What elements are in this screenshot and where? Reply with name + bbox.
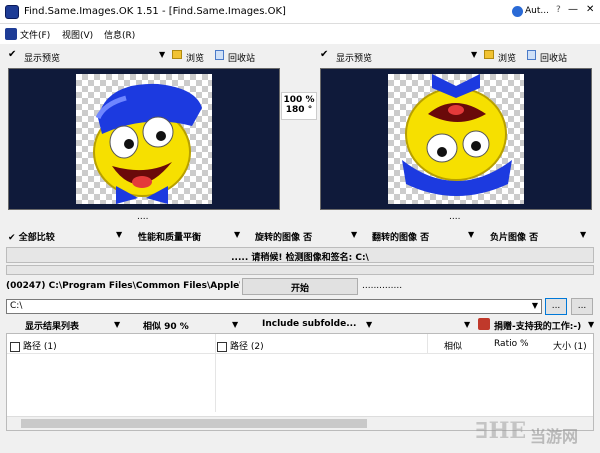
menu-file[interactable]: 文件(F): [20, 28, 50, 41]
left-recycle-icon: [215, 50, 224, 60]
path-value: C:\: [10, 301, 23, 311]
left-dots-label: ....: [137, 212, 149, 222]
rotated-label: 旋转的图像 否: [255, 233, 313, 243]
help-icon[interactable]: ?: [556, 5, 561, 15]
menu-info[interactable]: 信息(R): [104, 28, 135, 41]
donate-icon: [478, 318, 490, 330]
sort-chevron-icon[interactable]: ▼: [464, 320, 470, 329]
subfolders-chevron-icon[interactable]: ▼: [366, 320, 372, 329]
similarity-chevron-icon[interactable]: ▼: [232, 320, 238, 329]
left-preview-image: [76, 74, 212, 204]
select-all-checkbox-2[interactable]: [217, 341, 227, 352]
left-preview-toolbar: ✔ 显示预览 ▼ 浏览 回收站: [8, 48, 280, 64]
progress-bar: [6, 265, 594, 275]
left-check-icon[interactable]: ✔: [8, 49, 16, 60]
dots-field: ..............: [362, 281, 403, 291]
balance-chevron-icon: ▼: [234, 230, 241, 239]
subfolders-dropdown[interactable]: Include subfolde...: [262, 319, 356, 329]
right-browse-label[interactable]: 浏览: [498, 51, 516, 64]
header-path2-label: 路径 (2): [230, 342, 264, 352]
balance-dropdown[interactable]: 性能和质量平衡 ▼: [138, 230, 240, 244]
title-bar: Find.Same.Images.OK 1.51 - [Find.Same.Im…: [0, 0, 600, 24]
window-title: Find.Same.Images.OK 1.51 - [Find.Same.Im…: [24, 6, 286, 17]
rotated-chevron-icon: ▼: [351, 230, 358, 239]
right-preview-label[interactable]: 显示预览: [336, 51, 372, 64]
right-browse-icon: [484, 50, 494, 59]
path-input[interactable]: C:\ ▼: [6, 299, 542, 314]
header-size[interactable]: 大小 (1): [553, 339, 587, 352]
zoom-info-box: 100 % 180 °: [281, 92, 317, 120]
status-message: ..... 请稍候! 检测图像和签名: C:\: [231, 253, 369, 263]
minimize-button[interactable]: —: [568, 4, 578, 15]
select-all-checkbox-1[interactable]: [10, 341, 20, 352]
left-browse-label[interactable]: 浏览: [186, 51, 204, 64]
header-path1-label: 路径 (1): [23, 342, 57, 352]
header-path2[interactable]: 路径 (2): [217, 339, 264, 352]
menu-app-icon: [5, 28, 17, 40]
compare-all-dropdown[interactable]: ✔ 全部比较 ▼: [8, 230, 122, 244]
donate-chevron-icon[interactable]: ▼: [588, 320, 594, 329]
left-recycle-label[interactable]: 回收站: [228, 51, 255, 64]
negative-label: 负片图像 否: [490, 233, 539, 243]
right-check-icon[interactable]: ✔: [320, 49, 328, 60]
user-icon: [512, 6, 523, 17]
path-extra-button[interactable]: ...: [571, 298, 593, 315]
scan-path: (00247) C:\Program Files\Common Files\Ap…: [6, 281, 240, 291]
start-button[interactable]: 开始: [242, 278, 358, 295]
col-divider: [215, 334, 216, 412]
header-ratio[interactable]: Ratio %: [494, 339, 529, 349]
compare-all-label: 全部比较: [18, 233, 55, 243]
user-label[interactable]: Aut...: [525, 6, 549, 16]
right-dots-label: ....: [449, 212, 461, 222]
left-browse-icon: [172, 50, 182, 59]
status-message-bar: ..... 请稍候! 检测图像和签名: C:\: [6, 247, 594, 263]
show-results-chevron-icon[interactable]: ▼: [114, 320, 120, 329]
balance-label: 性能和质量平衡: [138, 233, 202, 243]
negative-dropdown[interactable]: 负片图像 否 ▼: [490, 230, 586, 244]
path-chevron-icon[interactable]: ▼: [532, 301, 538, 310]
similarity-label: 相似 90 %: [143, 322, 189, 332]
flipped-label: 翻转的图像 否: [372, 233, 430, 243]
left-preview-panel[interactable]: [8, 68, 280, 210]
show-results-dropdown[interactable]: 显示结果列表: [25, 319, 79, 332]
similarity-dropdown[interactable]: 相似 90 %: [143, 319, 189, 332]
app-icon: [5, 5, 19, 19]
negative-chevron-icon: ▼: [580, 230, 587, 239]
left-dropdown-icon[interactable]: ▼: [159, 50, 165, 59]
zoom-value: 100 %: [283, 95, 315, 105]
show-results-label: 显示结果列表: [25, 322, 80, 332]
right-preview-toolbar: ✔ 显示预览 ▼ 浏览 回收站: [320, 48, 592, 64]
right-recycle-icon: [527, 50, 536, 60]
compare-all-check-icon: ✔: [8, 233, 19, 243]
header-path1[interactable]: 路径 (1): [10, 339, 57, 352]
watermark-brand: 当游网: [530, 427, 579, 446]
flipped-dropdown[interactable]: 翻转的图像 否 ▼: [372, 230, 474, 244]
compare-all-chevron-icon: ▼: [116, 230, 123, 239]
path-browse-button[interactable]: ...: [545, 298, 567, 315]
menu-view[interactable]: 视图(V): [62, 28, 93, 41]
right-recycle-label[interactable]: 回收站: [540, 51, 567, 64]
right-dropdown-icon[interactable]: ▼: [471, 50, 477, 59]
subfolders-label: Include subfolde...: [262, 319, 357, 329]
header-similar[interactable]: 相似: [444, 339, 462, 352]
close-button[interactable]: ✕: [586, 4, 594, 15]
rotated-dropdown[interactable]: 旋转的图像 否 ▼: [255, 230, 357, 244]
watermark-logo-icon: ∃HE: [475, 418, 527, 444]
scrollbar-thumb[interactable]: [21, 419, 367, 428]
col-divider: [427, 334, 428, 354]
flipped-chevron-icon: ▼: [468, 230, 475, 239]
left-preview-label[interactable]: 显示预览: [24, 51, 60, 64]
donate-link[interactable]: 捐赠-支持我的工作:-): [494, 319, 581, 332]
right-preview-panel[interactable]: [320, 68, 592, 210]
rotation-value: 180 °: [285, 105, 313, 115]
menu-bar: 文件(F) 视图(V) 信息(R): [0, 24, 600, 44]
right-preview-image: [388, 74, 524, 204]
